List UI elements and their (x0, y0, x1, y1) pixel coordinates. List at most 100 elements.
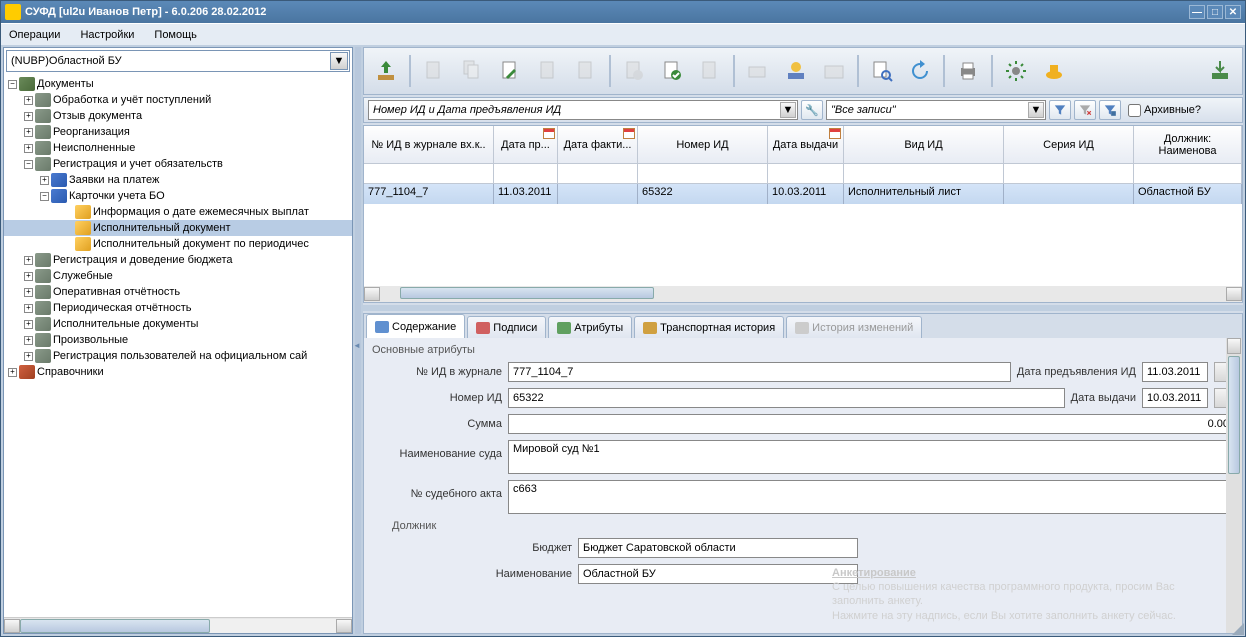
chevron-down-icon[interactable]: ▼ (1028, 102, 1044, 118)
tools-button[interactable] (1036, 53, 1072, 89)
close-button[interactable]: ✕ (1225, 5, 1241, 19)
expand-icon[interactable]: + (24, 320, 33, 329)
expand-icon[interactable]: + (24, 304, 33, 313)
tab-content[interactable]: Содержание (366, 314, 465, 338)
filter-clear-button[interactable] (1074, 100, 1096, 120)
print-button[interactable] (950, 53, 986, 89)
search-doc-button[interactable] (864, 53, 900, 89)
scroll-left-button[interactable] (4, 619, 20, 633)
archive-checkbox-wrap[interactable]: Архивные? (1128, 104, 1201, 117)
form-vscrollbar[interactable] (1226, 338, 1242, 633)
filter-cell[interactable] (1004, 164, 1134, 184)
tree-payreq[interactable]: +Заявки на платеж (4, 172, 352, 188)
calendar-icon[interactable] (623, 128, 635, 139)
tree-hscrollbar[interactable] (4, 617, 352, 633)
table-row[interactable]: 777_1104_7 11.03.2011 65322 10.03.2011 И… (364, 184, 1242, 204)
tab-history[interactable]: История изменений (786, 316, 922, 338)
tree-processing[interactable]: +Обработка и учёт поступлений (4, 92, 352, 108)
tree-execdoc-periodic[interactable]: Исполнительный документ по периодичес (4, 236, 352, 252)
input-id-no[interactable] (508, 388, 1065, 408)
expand-icon[interactable]: + (24, 288, 33, 297)
tree-execdoc[interactable]: Исполнительный документ (4, 220, 352, 236)
filter-apply-button[interactable] (1049, 100, 1071, 120)
tree-op-reporting[interactable]: +Оперативная отчётность (4, 284, 352, 300)
col-id-type[interactable]: Вид ИД (844, 126, 1004, 164)
input-act-no[interactable] (508, 480, 1234, 514)
vertical-splitter[interactable] (355, 47, 361, 634)
filter-config-button[interactable]: 🔧 (801, 100, 823, 120)
tree-monthly[interactable]: Информация о дате ежемесячных выплат (4, 204, 352, 220)
settings-button[interactable] (998, 53, 1034, 89)
expand-icon[interactable]: + (8, 368, 17, 377)
tree-documents[interactable]: −Документы (4, 76, 352, 92)
filter-cell[interactable] (364, 164, 494, 184)
input-court[interactable] (508, 440, 1234, 474)
doc-action1-button[interactable] (568, 53, 604, 89)
records-dropdown[interactable]: "Все записи" ▼ (826, 100, 1046, 120)
filter-cell[interactable] (1134, 164, 1242, 184)
collapse-icon[interactable]: − (8, 80, 17, 89)
tree-exec-docs[interactable]: +Исполнительные документы (4, 316, 352, 332)
input-name[interactable] (578, 564, 858, 584)
col-date-fact[interactable]: Дата факти... (558, 126, 638, 164)
resize-grip[interactable] (1230, 621, 1244, 635)
col-debtor[interactable]: Должник: Наименова (1134, 126, 1242, 164)
sign-button[interactable] (616, 53, 652, 89)
import-button[interactable] (368, 53, 404, 89)
filter-cell[interactable] (558, 164, 638, 184)
export-button[interactable] (1202, 53, 1238, 89)
scroll-up-button[interactable] (1227, 338, 1241, 354)
filter-preset-dropdown[interactable]: Номер ИД и Дата предъявления ИД ▼ (368, 100, 798, 120)
filter-cell[interactable] (768, 164, 844, 184)
collapse-icon[interactable]: − (40, 192, 49, 201)
filter-cell[interactable] (494, 164, 558, 184)
send-button[interactable] (740, 53, 776, 89)
unsign-button[interactable] (692, 53, 728, 89)
grid-hscrollbar[interactable] (364, 286, 1242, 302)
tree-reference[interactable]: +Справочники (4, 364, 352, 380)
tree-service[interactable]: +Служебные (4, 268, 352, 284)
scroll-thumb[interactable] (20, 619, 210, 633)
chevron-down-icon[interactable]: ▼ (780, 102, 796, 118)
scroll-thumb[interactable] (400, 287, 654, 299)
expand-icon[interactable]: + (24, 128, 33, 137)
expand-icon[interactable]: + (40, 176, 49, 185)
refresh-button[interactable] (902, 53, 938, 89)
tree-unexecuted[interactable]: +Неисполненные (4, 140, 352, 156)
input-date-issue[interactable] (1142, 388, 1208, 408)
expand-icon[interactable]: + (24, 144, 33, 153)
maximize-button[interactable]: □ (1207, 5, 1223, 19)
expand-icon[interactable]: + (24, 96, 33, 105)
tab-signatures[interactable]: Подписи (467, 316, 546, 338)
scroll-right-button[interactable] (336, 619, 352, 633)
scroll-thumb[interactable] (1228, 356, 1240, 474)
verify-button[interactable] (654, 53, 690, 89)
doc-delete-button[interactable] (530, 53, 566, 89)
org-selector[interactable]: (NUBP)Областной БУ ▼ (6, 50, 350, 72)
input-budget[interactable] (578, 538, 858, 558)
col-journal-no[interactable]: № ИД в журнале вх.к.. (364, 126, 494, 164)
menu-operations[interactable]: Операции (5, 27, 64, 43)
tree-budget-reg[interactable]: +Регистрация и доведение бюджета (4, 252, 352, 268)
calendar-icon[interactable] (543, 128, 555, 139)
filter-cell[interactable] (638, 164, 768, 184)
scroll-left-button[interactable] (364, 287, 380, 301)
input-journal[interactable] (508, 362, 1011, 382)
filter-cell[interactable] (844, 164, 1004, 184)
minimize-button[interactable]: ― (1189, 5, 1205, 19)
tree-registration[interactable]: −Регистрация и учет обязательств (4, 156, 352, 172)
tree-period-reporting[interactable]: +Периодическая отчётность (4, 300, 352, 316)
tree-recall[interactable]: +Отзыв документа (4, 108, 352, 124)
filter-save-button[interactable] (1099, 100, 1121, 120)
input-sum[interactable] (508, 414, 1234, 434)
tab-attributes[interactable]: Атрибуты (548, 316, 632, 338)
scroll-right-button[interactable] (1226, 287, 1242, 301)
expand-icon[interactable]: + (24, 352, 33, 361)
mail-button[interactable] (816, 53, 852, 89)
col-date-pr[interactable]: Дата пр... (494, 126, 558, 164)
receive-button[interactable] (778, 53, 814, 89)
tree-reorg[interactable]: +Реорганизация (4, 124, 352, 140)
tab-transport[interactable]: Транспортная история (634, 316, 784, 338)
archive-checkbox[interactable] (1128, 104, 1141, 117)
tree-arbitrary[interactable]: +Произвольные (4, 332, 352, 348)
